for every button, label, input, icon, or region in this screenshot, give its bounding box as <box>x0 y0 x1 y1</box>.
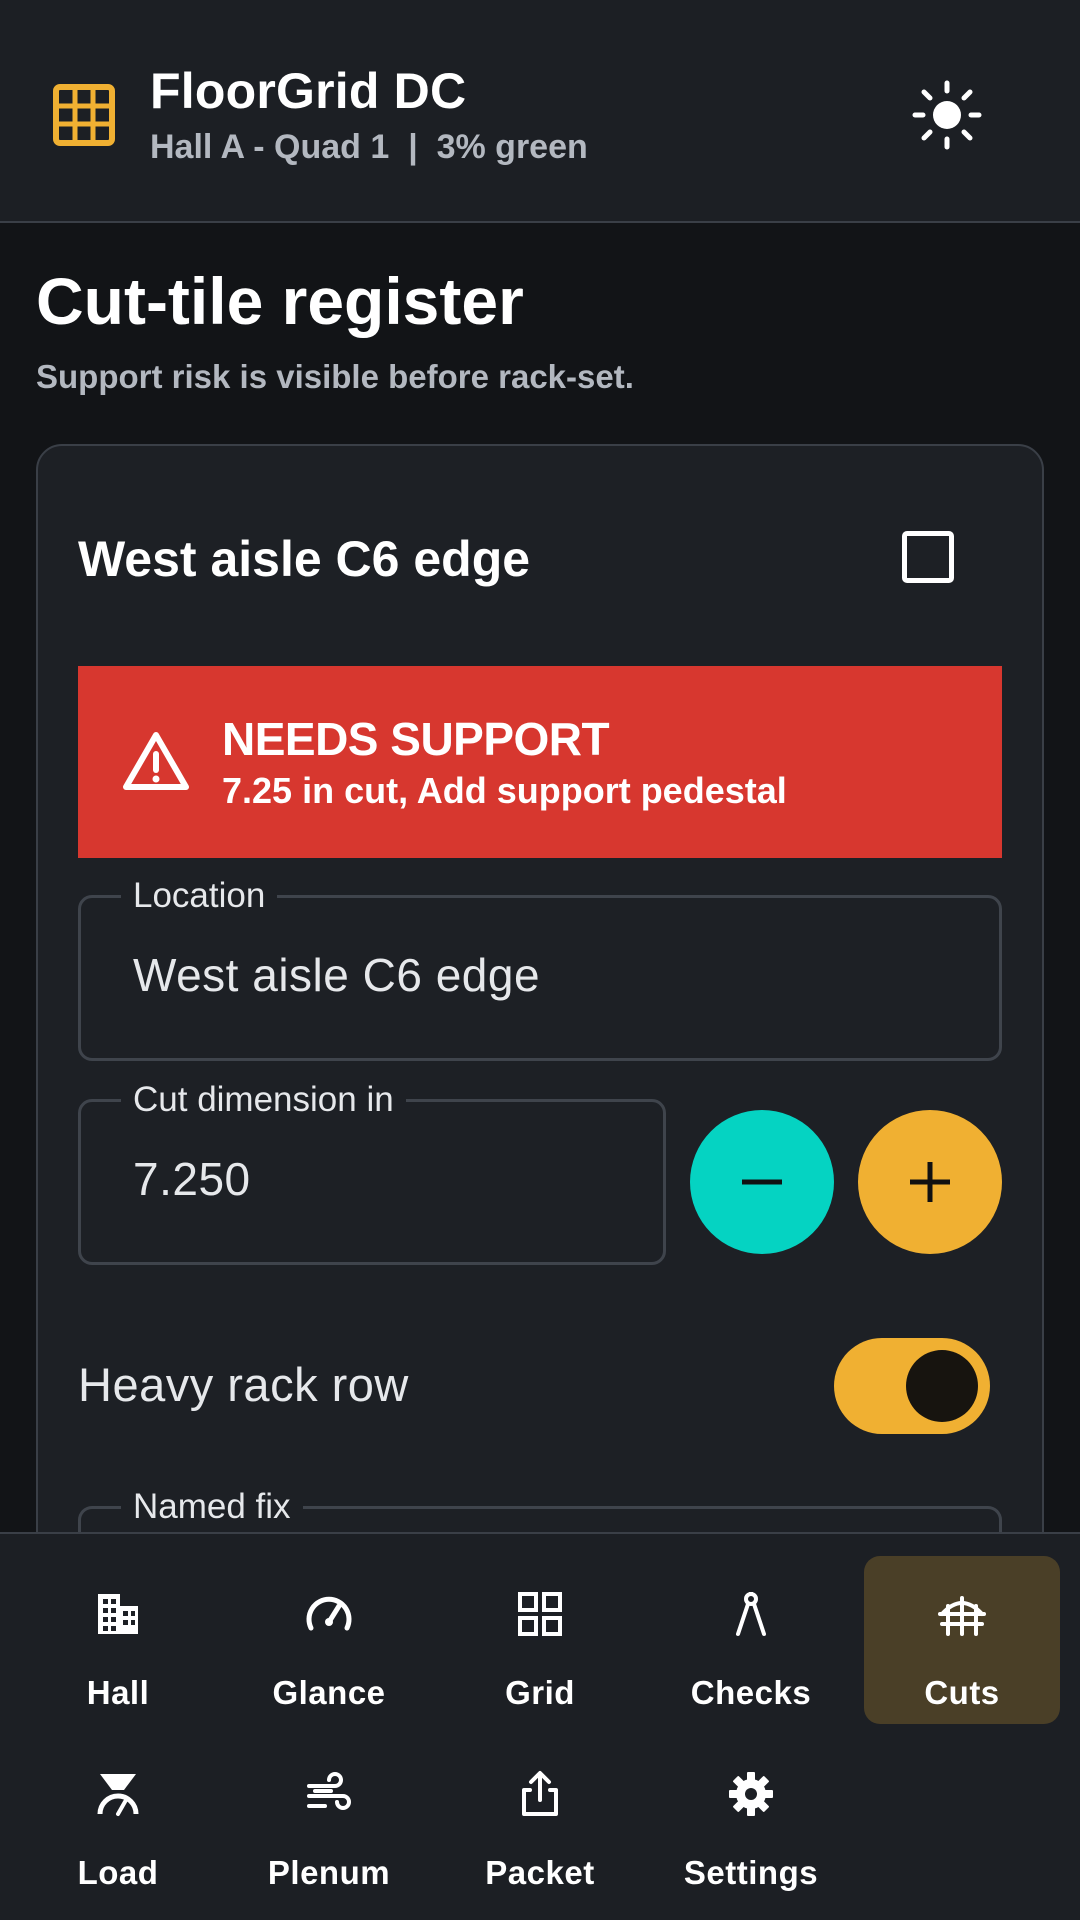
location-label: Location <box>121 874 278 918</box>
plus-icon <box>910 1162 950 1202</box>
nav-item-checks[interactable]: Checks <box>653 1556 849 1724</box>
nav-label: Load <box>77 1854 159 1891</box>
nav-label: Packet <box>485 1854 595 1891</box>
warning-icon <box>123 732 189 790</box>
nav-label: Cuts <box>924 1674 1000 1711</box>
minus-icon <box>742 1179 782 1185</box>
page-title: Cut-tile register <box>36 264 524 338</box>
share-icon <box>522 1771 558 1816</box>
app-header: FloorGrid DC Hall A - Quad 1 | 3% green <box>0 0 1080 223</box>
gear-icon <box>729 1772 773 1816</box>
cut-dimension-label: Cut dimension in <box>121 1078 406 1122</box>
compass-icon <box>736 1592 766 1636</box>
named-fix-label: Named fix <box>121 1485 303 1529</box>
nav-label: Checks <box>690 1674 812 1711</box>
gauge-icon <box>306 1596 352 1631</box>
nav-item-settings[interactable]: Settings <box>653 1736 849 1904</box>
nav-label: Settings <box>683 1854 819 1891</box>
heavy-rack-label: Heavy rack row <box>78 1358 409 1411</box>
page-subtitle: Support risk is visible before rack-set. <box>36 358 634 395</box>
alert-title: NEEDS SUPPORT <box>222 713 610 765</box>
nav-item-hall[interactable]: Hall <box>20 1556 216 1724</box>
building-icon <box>98 1594 138 1634</box>
sun-icon <box>912 80 982 150</box>
airflow-icon <box>307 1772 351 1810</box>
heavy-rack-toggle[interactable] <box>834 1338 990 1434</box>
theme-toggle-button[interactable] <box>907 75 987 155</box>
app-subtitle: Hall A - Quad 1 | 3% green <box>150 128 588 166</box>
cut-dimension-field[interactable]: Cut dimension in 7.250 <box>78 1078 666 1265</box>
nav-label: Glance <box>272 1674 386 1711</box>
nav-label: Plenum <box>267 1854 391 1891</box>
app-title: FloorGrid DC <box>150 63 467 119</box>
nav-label: Hall <box>86 1674 150 1711</box>
alert-detail: 7.25 in cut, Add support pedestal <box>222 770 787 811</box>
cut-tile-icon <box>938 1596 986 1636</box>
select-checkbox[interactable] <box>902 531 954 583</box>
nav-item-packet[interactable]: Packet <box>442 1736 638 1904</box>
scale-icon <box>97 1774 139 1816</box>
nav-item-glance[interactable]: Glance <box>231 1556 427 1724</box>
nav-label: Grid <box>505 1674 575 1711</box>
nav-item-plenum[interactable]: Plenum <box>231 1736 427 1904</box>
decrement-button[interactable] <box>690 1110 834 1254</box>
toggle-knob <box>906 1350 978 1422</box>
nav-item-grid[interactable]: Grid <box>442 1556 638 1724</box>
bottom-nav: Hall Glance Grid Checks Cuts Load Plenum… <box>0 1532 1080 1920</box>
increment-button[interactable] <box>858 1110 1002 1254</box>
grid-icon <box>518 1592 562 1636</box>
card-title: West aisle C6 edge <box>78 531 531 587</box>
nav-item-cuts[interactable]: Cuts <box>864 1556 1060 1724</box>
cut-dimension-input[interactable]: 7.250 <box>133 1152 599 1206</box>
location-input[interactable]: West aisle C6 edge <box>133 948 867 1002</box>
nav-item-load[interactable]: Load <box>20 1736 216 1904</box>
location-field[interactable]: Location West aisle C6 edge <box>78 874 1002 1061</box>
needs-support-alert: NEEDS SUPPORT 7.25 in cut, Add support p… <box>78 666 1002 858</box>
grid-icon <box>53 84 115 146</box>
